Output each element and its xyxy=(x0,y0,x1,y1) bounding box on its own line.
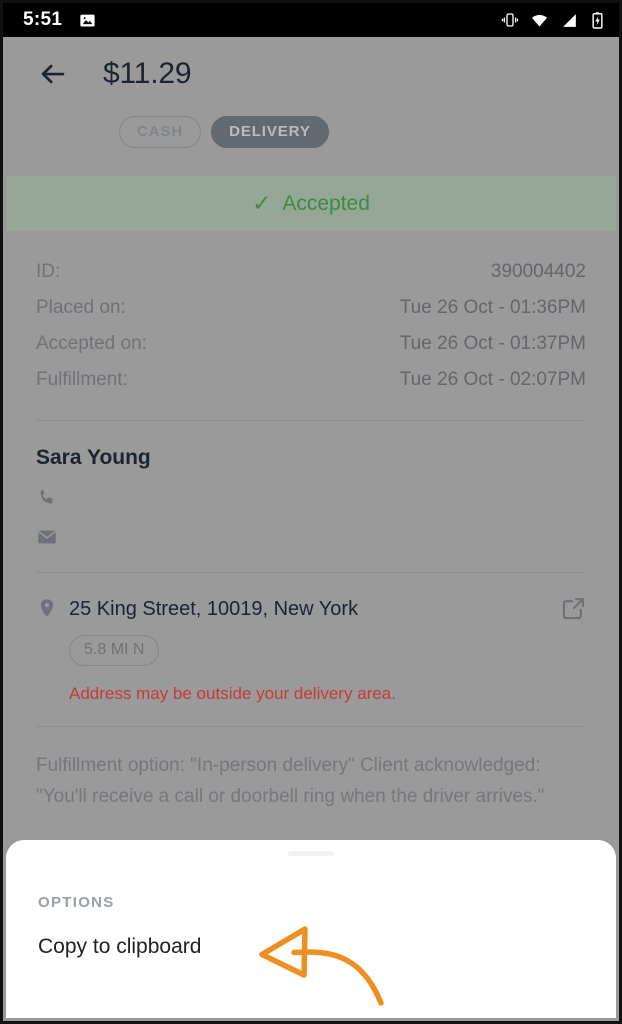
customer-email-row[interactable] xyxy=(36,510,586,550)
wifi-icon xyxy=(530,11,549,30)
back-button[interactable] xyxy=(36,57,70,91)
info-row: Placed on: Tue 26 Oct - 01:36PM xyxy=(36,290,586,326)
info-row-value: Tue 26 Oct - 01:37PM xyxy=(400,333,586,355)
order-type-chip[interactable]: DELIVERY xyxy=(211,116,329,148)
app-bar: $11.29 xyxy=(6,40,616,108)
status-bar-clock: 5:51 xyxy=(23,9,62,31)
options-section-label: OPTIONS xyxy=(38,894,616,911)
distance-badge: 5.8 MI N xyxy=(69,635,159,666)
status-banner-label: Accepted xyxy=(282,192,370,216)
page-title: $11.29 xyxy=(103,57,191,91)
location-pin-icon-svg xyxy=(38,597,56,621)
customer-section: Sara Young xyxy=(6,421,616,550)
drag-handle[interactable] xyxy=(288,851,334,856)
delivery-address-section: 25 King Street, 10019, New York 5.8 MI N… xyxy=(6,573,616,704)
status-bar: 5:51 xyxy=(3,3,619,37)
info-row: Fulfillment: Tue 26 Oct - 02:07PM xyxy=(36,362,586,398)
phone-icon xyxy=(36,486,58,508)
back-arrow-icon xyxy=(38,59,68,89)
status-bar-notification-icons xyxy=(78,11,97,30)
delivery-area-warning: Address may be outside your delivery are… xyxy=(69,684,586,704)
status-bar-system-icons xyxy=(501,11,605,30)
order-tags: CASH DELIVERY xyxy=(6,108,616,148)
check-icon: ✓ xyxy=(252,192,271,215)
cellular-signal-icon xyxy=(560,11,579,30)
status-banner: ✓ Accepted xyxy=(6,176,616,231)
vibrate-icon xyxy=(501,11,519,29)
info-row-key: Fulfillment: xyxy=(36,369,128,391)
info-row-value: Tue 26 Oct - 01:36PM xyxy=(400,297,586,319)
address-line[interactable]: 25 King Street, 10019, New York xyxy=(36,597,586,621)
image-notification-icon xyxy=(78,11,97,30)
info-row-value: Tue 26 Oct - 02:07PM xyxy=(400,369,586,391)
open-in-maps-button[interactable] xyxy=(560,595,588,623)
info-row-value: 390004402 xyxy=(491,261,586,283)
info-row-key: Placed on: xyxy=(36,297,126,319)
address-text: 25 King Street, 10019, New York xyxy=(69,598,358,621)
options-bottom-sheet: OPTIONS Copy to clipboard xyxy=(6,840,616,1018)
fulfillment-note: Fulfillment option: "In-person delivery"… xyxy=(6,727,616,813)
external-link-icon xyxy=(560,595,587,622)
info-row-key: Accepted on: xyxy=(36,333,147,355)
customer-name: Sara Young xyxy=(36,446,586,470)
info-row: ID: 390004402 xyxy=(36,254,586,290)
order-info-list: ID: 390004402 Placed on: Tue 26 Oct - 01… xyxy=(6,231,616,398)
copy-to-clipboard-item[interactable]: Copy to clipboard xyxy=(38,935,616,959)
customer-phone-row[interactable] xyxy=(36,470,586,510)
info-row: Accepted on: Tue 26 Oct - 01:37PM xyxy=(36,326,586,362)
payment-type-chip[interactable]: CASH xyxy=(119,116,201,148)
email-icon xyxy=(36,526,58,548)
battery-charging-icon xyxy=(590,11,605,30)
info-row-key: ID: xyxy=(36,261,60,283)
phone-screen: 5:51 xyxy=(0,0,622,1024)
location-pin-icon xyxy=(36,597,58,621)
